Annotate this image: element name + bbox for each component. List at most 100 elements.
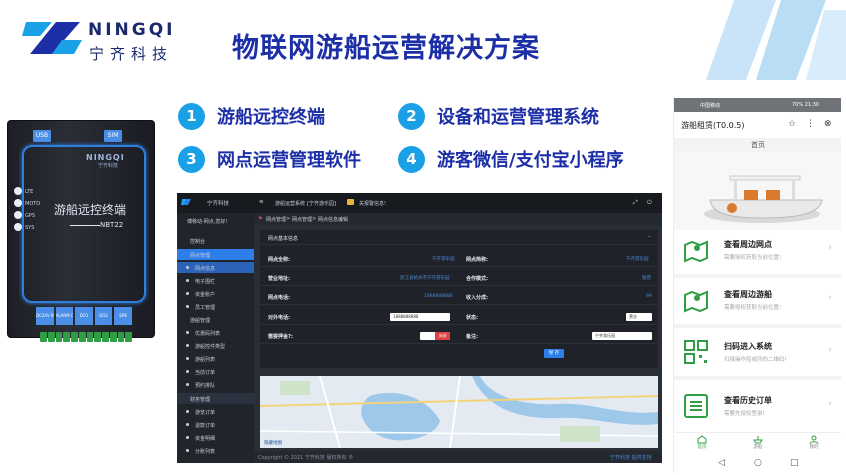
sidebar-item-split-list[interactable]: 分账列表 <box>177 445 254 456</box>
close-icon[interactable]: ⊗ <box>824 119 832 129</box>
map-graphic <box>260 376 658 448</box>
notice-icon[interactable] <box>347 199 354 205</box>
more-icon[interactable]: ⋮ <box>806 119 815 129</box>
app-title: 游船租赁(T0.0.5) <box>681 121 745 130</box>
carrier-text: 中国移动 <box>700 103 721 109</box>
menu-item-scan[interactable]: 扫码进入系统 扫描操作船或所的二维码! › <box>674 334 841 374</box>
map-view[interactable]: 隐藏地图 <box>260 376 658 448</box>
led-label: GPS <box>25 213 36 219</box>
brand-name-en: NINGQI <box>88 20 176 40</box>
sim-port: SIM <box>104 130 122 142</box>
breadcrumb-sep: > <box>286 216 291 222</box>
map-pin-icon <box>684 240 708 263</box>
android-nav-bar: ◁ ○ □ <box>674 455 841 473</box>
usb-port: USB <box>33 130 51 142</box>
sidebar-item-outlet-info[interactable]: 网点信息 <box>177 262 254 273</box>
short-name-value[interactable]: 宁齐游乐园 <box>626 256 649 262</box>
remote-control-terminal: USB SIM NINGQI 宁齐科技 游船远控终端 NBT22 LTE MOT… <box>7 120 155 338</box>
feature-label: 游船远控终端 <box>217 107 325 128</box>
logout-icon[interactable]: ⏻ <box>647 199 652 207</box>
sidebar-item-staff[interactable]: 员工管理 <box>177 301 254 312</box>
fullscreen-icon[interactable]: ⤢ <box>633 199 638 207</box>
terminal-label: DO1 <box>75 307 93 325</box>
split-value[interactable]: 99 <box>646 294 652 299</box>
led-indicator <box>14 211 22 219</box>
sidebar-item-outlet-mgmt[interactable]: 网点管理 <box>177 249 254 260</box>
web-main: ⚑ 网点管理 > 网点管理 > 网点信息编辑 网点基本信息 – 网点全称: 宁齐… <box>254 213 662 463</box>
form-row: 营业地址: 浙江省杭州市宁齐游乐园 合作模式: 独营 <box>260 271 658 286</box>
menu-item-nearby-outlets[interactable]: 查看周边网点 需要授权获取当前位置! › <box>674 232 841 272</box>
sidebar-item-dashboard[interactable]: 控制台 <box>177 235 254 246</box>
hide-map-link[interactable]: 隐藏地图 <box>264 440 282 446</box>
coop-value[interactable]: 独营 <box>642 275 651 281</box>
terminal-labels: DC24V IN ALARM OUT DO1 DO2 EPK <box>36 307 132 325</box>
collapse-icon[interactable]: – <box>648 234 651 240</box>
tab-boats[interactable]: 游船 <box>738 433 778 450</box>
back-icon[interactable]: ◁ <box>718 458 725 468</box>
feature-number-badge: 1 <box>178 102 205 130</box>
web-logo-icon <box>181 199 191 205</box>
support-text: 宁齐科技 提供支持 <box>610 455 652 461</box>
recents-icon[interactable]: □ <box>790 458 799 468</box>
tab-home[interactable]: 首页 <box>682 433 722 450</box>
system-sub: [宁齐游乐园] <box>307 201 336 207</box>
led-indicator <box>14 223 22 231</box>
home-nav-icon[interactable]: ○ <box>754 458 762 468</box>
home-tab[interactable]: 首页 <box>674 138 841 152</box>
feature-number-badge: 2 <box>398 102 425 130</box>
menu-toggle-icon[interactable]: ≡ <box>259 199 264 205</box>
sidebar-item-refunds[interactable]: 退款订单 <box>177 419 254 430</box>
form-row: 对外电话: 1888888888 状态: 营业 <box>260 309 658 325</box>
status-select[interactable]: 营业 <box>626 313 652 321</box>
breadcrumb-item[interactable]: 网点管理 <box>292 216 312 223</box>
terminal-label: ALARM OUT <box>55 307 74 325</box>
full-name-value[interactable]: 宁齐游乐园 <box>432 256 455 262</box>
led-label: LTE <box>25 189 34 195</box>
tab-mine[interactable]: 我的 <box>794 433 834 450</box>
feature-label: 游客微信/支付宝小程序 <box>437 150 624 171</box>
chevron-right-icon: › <box>828 399 832 409</box>
deposit-toggle-state[interactable]: 关闭 <box>435 332 450 340</box>
sidebar-item-current-orders[interactable]: 当前订单 <box>177 366 254 377</box>
sidebar-item-boat-list[interactable]: 游船列表 <box>177 353 254 364</box>
device-model: NBT22 <box>100 221 124 229</box>
company-logo: NINGQI 宁齐科技 <box>22 16 182 66</box>
star-icon[interactable]: ☆ <box>788 119 796 129</box>
device-frame <box>22 145 146 303</box>
sidebar-item-coupons[interactable]: 优惠码列表 <box>177 327 254 338</box>
feature-4: 4 游客微信/支付宝小程序 <box>398 144 624 174</box>
form-row: 网点电话: 1888888888 收入分成: 99 <box>260 290 658 305</box>
menu-item-history[interactable]: 查看历史订单 需要先授权登录! › <box>674 388 841 428</box>
notice-text[interactable]: 关报警信息! <box>359 200 386 207</box>
form-row: 网点全称: 宁齐游乐园 网点简称: 宁齐游乐园 <box>260 252 658 267</box>
sidebar-item-boat-types[interactable]: 游船控件类型 <box>177 340 254 351</box>
form-row: 需要押金?: 关闭 备注: 宁齐游乐园 <box>260 328 658 344</box>
remark-input[interactable]: 宁齐游乐园 <box>592 332 652 340</box>
breadcrumb-item: 网点信息编辑 <box>318 217 349 223</box>
ext-phone-input[interactable]: 1888888888 <box>390 313 450 321</box>
sidebar-item-boat-mgmt[interactable]: 游船管理 <box>177 314 254 325</box>
boat-image <box>704 175 823 223</box>
feature-3: 3 网点运营管理软件 <box>178 144 361 174</box>
web-sidebar: 傅移动-网点,您好! 控制台 网点管理 网点信息 电子围栏 资金账户 员工管理 … <box>177 213 254 463</box>
map-boat-icon <box>684 290 708 313</box>
brand-name-cn: 宁齐科技 <box>89 45 174 63</box>
sidebar-item-fund-details[interactable]: 资金明细 <box>177 432 254 443</box>
device-divider <box>70 225 100 226</box>
sidebar-item-queue[interactable]: 预约排队 <box>177 379 254 390</box>
sidebar-item-fence[interactable]: 电子围栏 <box>177 275 254 286</box>
breadcrumb-item[interactable]: 网点管理 <box>266 216 286 223</box>
sidebar-item-tour-orders[interactable]: 游览订单 <box>177 406 254 417</box>
terminal-label: EPK <box>114 307 132 325</box>
panel-header: 网点基本信息 – <box>260 230 658 245</box>
green-terminal-block <box>40 332 132 342</box>
boat-banner <box>674 152 841 230</box>
address-value[interactable]: 浙江省杭州市宁齐游乐园 <box>400 275 450 281</box>
menu-item-nearby-boats[interactable]: 查看周边游船 需要授权获取当前位置! › <box>674 282 841 322</box>
terminal-label: DC24V IN <box>36 307 54 325</box>
sidebar-item-finance[interactable]: 财务管理 <box>177 393 254 404</box>
panel-title: 网点基本信息 <box>268 236 299 242</box>
save-button[interactable]: 保 存 <box>544 349 564 358</box>
sidebar-item-funds[interactable]: 资金账户 <box>177 288 254 299</box>
phone-value[interactable]: 1888888888 <box>424 294 453 299</box>
